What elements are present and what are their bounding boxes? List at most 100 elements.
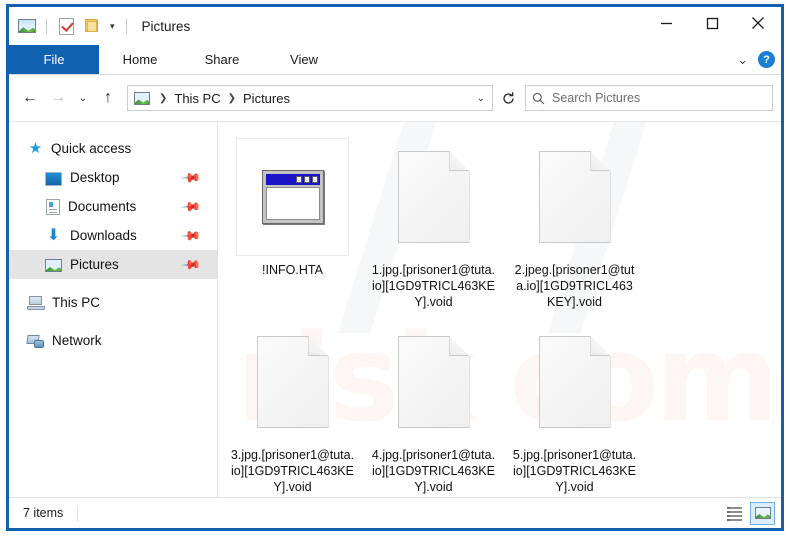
status-bar: 7 items [9,497,781,528]
help-button[interactable]: ? [758,51,775,68]
maximize-button[interactable] [689,7,735,39]
file-item[interactable]: 3.jpg.[prisoner1@tuta.io][1GD9TRICL463KE… [222,321,363,497]
file-name: 4.jpg.[prisoner1@tuta.io][1GD9TRICL463KE… [371,448,496,494]
window-title: Pictures [141,18,191,34]
file-item[interactable]: 1.jpg.[prisoner1@tuta.io][1GD9TRICL463KE… [363,136,504,321]
expand-ribbon-chevron-down-icon[interactable]: ⌄ [737,52,748,68]
breadcrumb-pictures[interactable]: Pictures [241,91,292,106]
refresh-button[interactable] [495,85,521,111]
file-item[interactable]: 5.jpg.[prisoner1@tuta.io][1GD9TRICL463KE… [504,321,645,497]
pin-icon[interactable]: 📌 [180,253,202,276]
file-thumbnail [236,323,349,441]
blank-document-icon [538,336,611,428]
sidebar-item-documents[interactable]: Documents 📌 [9,192,217,221]
navigation-pane: ★ Quick access Desktop 📌 Documents 📌 ⬇ D… [9,122,217,497]
sidebar-item-label: This PC [52,295,101,310]
details-view-icon [727,506,742,521]
file-thumbnail [377,138,490,256]
sidebar-item-label: Downloads [70,228,137,243]
file-name: !INFO.HTA [262,263,323,277]
sidebar-item-label: Pictures [70,257,119,272]
qat-divider-2 [125,18,127,34]
hta-window-icon [261,170,324,224]
pin-icon[interactable]: 📌 [180,195,202,218]
sidebar-item-label: Desktop [70,170,120,185]
close-button[interactable] [735,7,781,39]
large-icons-view-icon [754,507,771,519]
pin-icon[interactable]: 📌 [180,166,202,189]
tab-home[interactable]: Home [99,45,181,74]
recent-locations-chevron-down-icon[interactable]: ⌄ [73,85,93,111]
pin-icon[interactable]: 📌 [180,224,202,247]
close-icon [752,17,764,29]
up-button[interactable]: ↑ [95,85,121,111]
search-box[interactable]: Search Pictures [525,85,773,111]
file-thumbnail [377,323,490,441]
sidebar-item-desktop[interactable]: Desktop 📌 [9,163,217,192]
tab-share[interactable]: Share [181,45,263,74]
sidebar-item-this-pc[interactable]: This PC [9,288,217,317]
window-controls [643,7,781,39]
title-bar: ▾ Pictures [9,7,781,45]
file-item[interactable]: 4.jpg.[prisoner1@tuta.io][1GD9TRICL463KE… [363,321,504,497]
blank-document-icon [397,336,470,428]
minimize-button[interactable] [643,7,689,39]
file-item[interactable]: 2.jpeg.[prisoner1@tuta.io][1GD9TRICL463K… [504,136,645,321]
tab-view[interactable]: View [263,45,345,74]
address-bar[interactable]: ❯ This PC ❯ Pictures ⌄ [127,85,493,111]
star-icon: ★ [28,140,43,157]
status-divider [77,505,79,521]
search-input[interactable]: Search Pictures [552,91,640,105]
file-name: 1.jpg.[prisoner1@tuta.io][1GD9TRICL463KE… [371,263,496,309]
sidebar-item-label: Quick access [51,141,132,156]
sidebar-item-quick-access[interactable]: ★ Quick access [9,134,217,163]
file-thumbnail [236,138,349,256]
quick-access-toolbar: ▾ Pictures [9,16,190,36]
file-name: 5.jpg.[prisoner1@tuta.io][1GD9TRICL463KE… [512,448,637,494]
breadcrumb-separator-2: ❯ [227,92,237,104]
qat-divider-1 [46,18,47,34]
blank-document-icon [256,336,329,428]
sidebar-item-downloads[interactable]: ⬇ Downloads 📌 [9,221,217,250]
breadcrumb-this-pc[interactable]: This PC [172,91,222,106]
search-icon [532,92,545,104]
file-list-pane[interactable]: / / risk com !INFO.HTA 1.jpg.[prisoner1@… [217,122,781,497]
blank-document-icon [397,151,470,243]
file-thumbnail [518,323,631,441]
this-pc-icon [27,296,45,311]
maximize-icon [706,17,718,29]
minimize-icon [660,22,672,24]
sidebar-item-label: Documents [68,199,137,214]
file-item[interactable]: !INFO.HTA [222,136,363,321]
file-name: 3.jpg.[prisoner1@tuta.io][1GD9TRICL463KE… [230,448,355,494]
breadcrumb-pictures-icon [134,91,150,105]
properties-icon[interactable] [56,16,76,36]
sidebar-item-pictures[interactable]: Pictures 📌 [9,250,217,279]
explorer-body: ★ Quick access Desktop 📌 Documents 📌 ⬇ D… [9,121,781,497]
ribbon-tab-bar: File Home Share View ⌄ ? [9,45,781,75]
sidebar-item-network[interactable]: Network [9,326,217,355]
details-view-button[interactable] [722,502,747,525]
ribbon-right-controls: ⌄ ? [737,45,775,74]
documents-icon [46,199,60,215]
sidebar-item-label: Network [52,333,102,348]
customize-qat-chevron-down-icon[interactable]: ▾ [108,21,117,31]
file-explorer-window: ▾ Pictures File Home Share View ⌄ ? ← → … [6,4,784,531]
blank-document-icon [538,151,611,243]
address-dropdown-chevron-down-icon[interactable]: ⌄ [477,93,485,104]
pictures-icon [45,259,62,272]
refresh-icon [502,91,514,104]
tab-file[interactable]: File [9,45,99,74]
window-menu-picture-icon[interactable] [17,16,37,36]
file-name: 2.jpeg.[prisoner1@tuta.io][1GD9TRICL463K… [514,263,635,309]
large-icons-view-button[interactable] [750,501,775,525]
back-button[interactable]: ← [17,85,43,111]
network-icon [27,334,45,349]
forward-button[interactable]: → [45,85,71,111]
downloads-icon: ⬇ [46,227,61,244]
new-folder-icon[interactable] [82,16,102,36]
item-count-label: 7 items [23,506,64,520]
address-bar-row: ← → ⌄ ↑ ❯ This PC ❯ Pictures ⌄ Search Pi… [9,75,781,121]
